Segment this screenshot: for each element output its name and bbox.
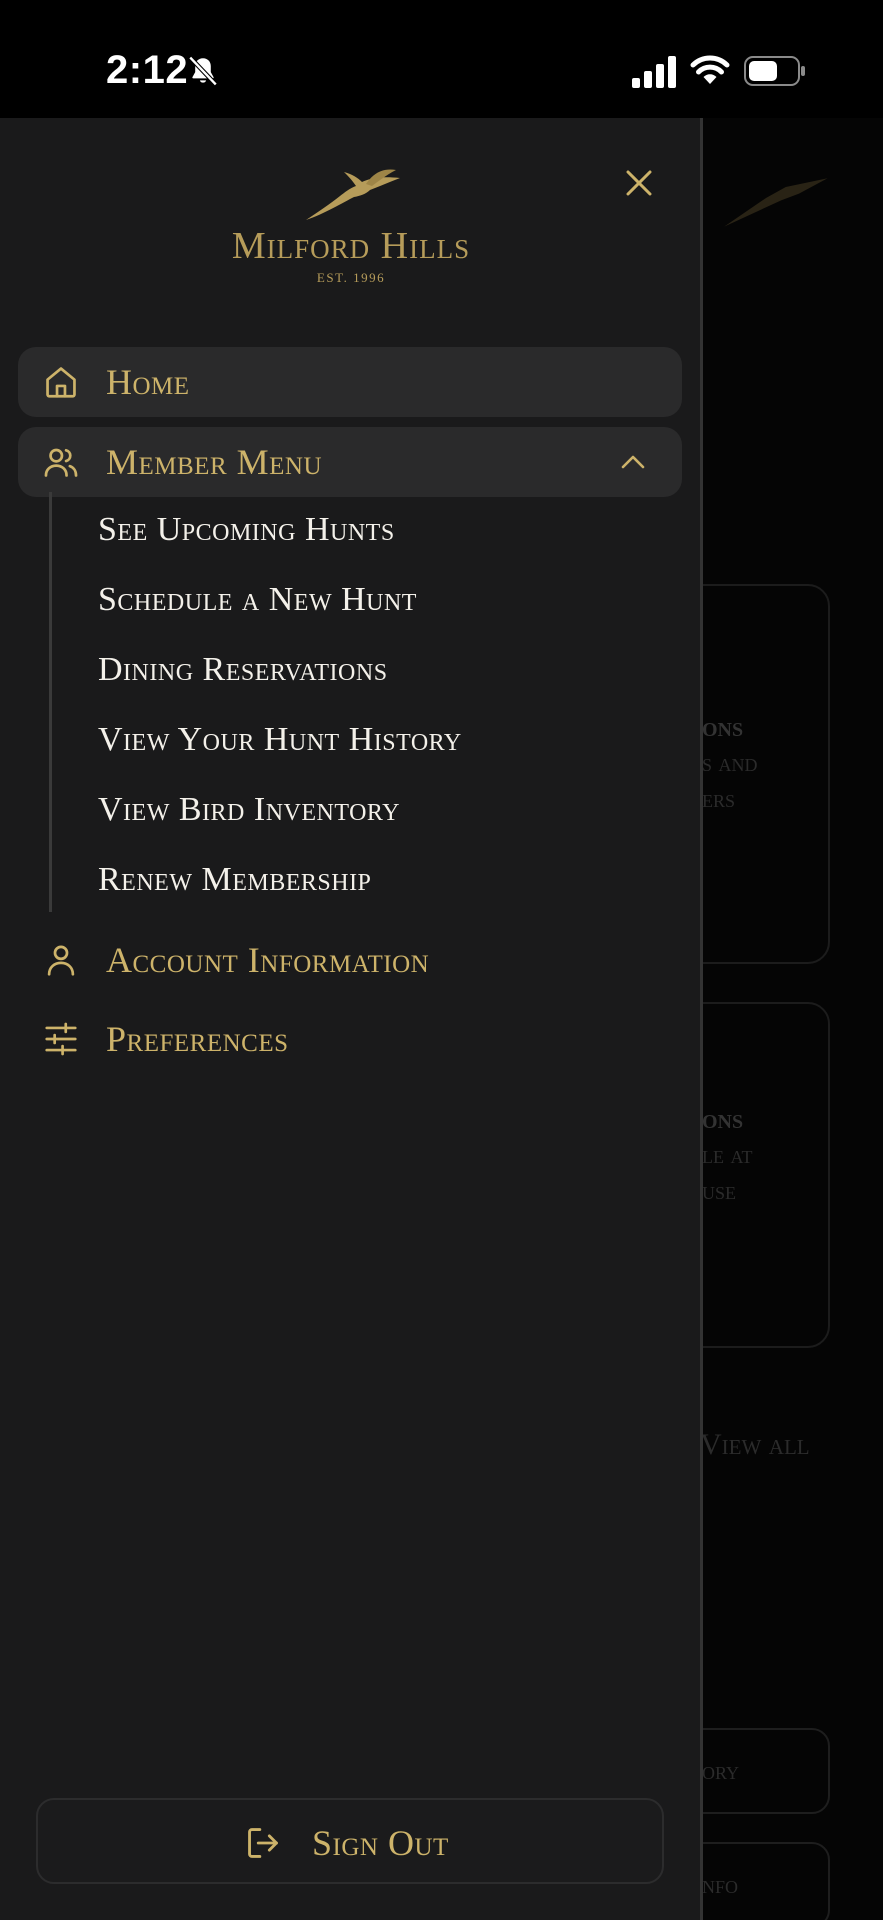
submenu-item-bird-inventory[interactable]: View Bird Inventory (98, 791, 400, 829)
brand-logo: Milford Hills EST. 1996 (216, 166, 486, 286)
submenu-item-dining-reservations[interactable]: Dining Reservations (98, 651, 388, 689)
pheasant-logo-icon (306, 169, 400, 220)
background-button: ory (700, 1728, 830, 1814)
status-bar: 2:12 (0, 0, 883, 118)
background-card: ons le at use (700, 1002, 830, 1348)
background-card: ons s and ers (700, 584, 830, 964)
bell-off-icon (188, 55, 218, 87)
sign-out-label: Sign Out (312, 1823, 449, 1863)
sign-out-icon (248, 1828, 278, 1858)
submenu-item-upcoming-hunts[interactable]: See Upcoming Hunts (98, 511, 395, 549)
menu-item-home[interactable]: Home (18, 347, 682, 417)
brand-established: EST. 1996 (316, 270, 386, 285)
background-button: nfo (700, 1842, 830, 1920)
brand-name: Milford Hills (231, 225, 471, 267)
cellular-signal-icon (632, 56, 676, 88)
submenu-indicator-line (49, 492, 52, 912)
home-icon (46, 367, 76, 398)
sign-out-button[interactable]: Sign Out (36, 1798, 664, 1884)
drawer-edge (700, 118, 703, 1920)
close-icon[interactable] (618, 162, 660, 204)
menu-item-label: Account Information (106, 940, 430, 980)
battery-icon (744, 56, 805, 86)
menu-item-label: Member Menu (106, 442, 323, 482)
submenu-item-hunt-history[interactable]: View Your Hunt History (98, 721, 462, 759)
status-time: 2:12 (106, 48, 189, 92)
background-page: ons s and ers ons le at use View all ory… (700, 118, 883, 1920)
users-icon (44, 448, 78, 477)
navigation-drawer: Milford Hills EST. 1996 Home Member Menu… (0, 118, 700, 1920)
user-icon (47, 945, 75, 976)
menu-item-member-menu[interactable]: Member Menu (18, 427, 682, 497)
sliders-icon (45, 1022, 77, 1056)
menu-item-label: Home (106, 362, 190, 402)
background-logo-bird-icon (724, 178, 828, 227)
menu-item-account-information[interactable]: Account Information (18, 925, 682, 995)
wifi-icon (690, 55, 730, 84)
submenu-item-schedule-hunt[interactable]: Schedule a New Hunt (98, 581, 417, 619)
chevron-up-icon[interactable] (618, 449, 648, 475)
background-view-all-link: View all (700, 1428, 810, 1461)
menu-item-label: Preferences (106, 1019, 289, 1059)
menu-item-preferences[interactable]: Preferences (18, 1004, 682, 1074)
submenu-item-renew-membership[interactable]: Renew Membership (98, 861, 371, 899)
